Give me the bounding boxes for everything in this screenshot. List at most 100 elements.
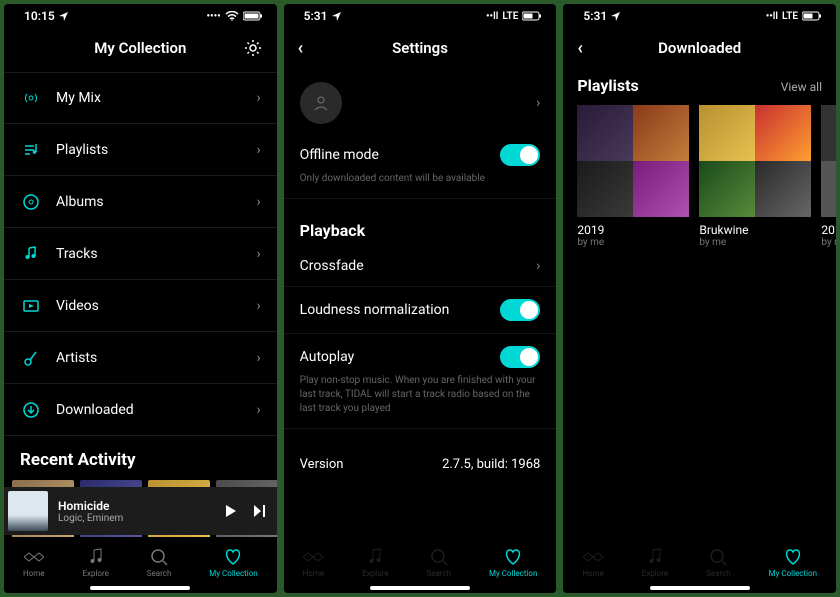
setting-offline-mode[interactable]: Offline mode Only downloaded content wil… xyxy=(284,132,557,199)
next-button[interactable] xyxy=(253,504,267,518)
status-time: 5:31 xyxy=(304,9,328,23)
battery-icon xyxy=(522,11,542,21)
heart-icon xyxy=(783,547,803,567)
collection-item-videos[interactable]: Videos › xyxy=(4,280,277,332)
toggle-offline-mode[interactable] xyxy=(500,144,540,166)
chevron-right-icon: › xyxy=(256,402,260,418)
tab-bar: Home Explore Search My Collection xyxy=(563,537,836,593)
tab-my-collection[interactable]: My Collection xyxy=(209,547,257,578)
status-bar: 10:15 •••• xyxy=(4,4,277,28)
home-indicator[interactable] xyxy=(90,586,190,590)
status-bar: 5:31 ••ll LTE xyxy=(284,4,557,28)
view-all-button[interactable]: View all xyxy=(781,80,822,94)
playlist-title: 2019 xyxy=(577,223,689,237)
chevron-right-icon: › xyxy=(256,298,260,314)
item-label: Tracks xyxy=(56,246,256,262)
location-arrow-icon xyxy=(59,11,69,21)
network-label: LTE xyxy=(502,11,518,22)
playlist-art xyxy=(699,105,811,217)
collection-item-artists[interactable]: Artists › xyxy=(4,332,277,384)
tab-home[interactable]: Home xyxy=(303,547,325,578)
home-icon xyxy=(24,547,44,567)
location-arrow-icon xyxy=(611,11,621,21)
tab-home[interactable]: Home xyxy=(23,547,45,578)
videos-icon xyxy=(20,297,42,315)
mini-player[interactable]: Homicide Logic, Eminem xyxy=(4,487,277,535)
tab-explore[interactable]: Explore xyxy=(642,547,668,578)
status-time: 10:15 xyxy=(24,9,55,23)
collection-item-downloaded[interactable]: Downloaded › xyxy=(4,384,277,436)
now-playing-title: Homicide xyxy=(58,499,215,513)
toggle-autoplay[interactable] xyxy=(500,346,540,368)
location-arrow-icon xyxy=(332,11,342,21)
setting-label: Loudness normalization xyxy=(300,302,450,318)
playlist-art xyxy=(577,105,689,217)
collection-item-my-mix[interactable]: My Mix › xyxy=(4,72,277,124)
item-label: My Mix xyxy=(56,90,256,106)
home-indicator[interactable] xyxy=(370,586,470,590)
playback-section-header: Playback xyxy=(284,199,557,246)
tab-search[interactable]: Search xyxy=(706,547,731,578)
my-mix-icon xyxy=(20,89,42,107)
playlist-card[interactable]: 2019 by me xyxy=(577,105,689,248)
setting-autoplay[interactable]: Autoplay Play non-stop music. When you a… xyxy=(284,334,557,429)
now-playing-art[interactable] xyxy=(8,491,48,531)
tab-explore[interactable]: Explore xyxy=(362,547,388,578)
tab-search[interactable]: Search xyxy=(147,547,172,578)
setting-crossfade[interactable]: Crossfade › xyxy=(284,246,557,287)
playlist-card[interactable]: 2019 by me xyxy=(821,105,836,248)
setting-label: Autoplay xyxy=(300,349,355,365)
signal-icon: •••• xyxy=(206,11,220,22)
item-label: Downloaded xyxy=(56,402,256,418)
collection-item-tracks[interactable]: Tracks › xyxy=(4,228,277,280)
version-label: Version xyxy=(300,457,344,472)
home-indicator[interactable] xyxy=(650,586,750,590)
setting-loudness[interactable]: Loudness normalization xyxy=(284,287,557,334)
header: ‹ Settings xyxy=(284,28,557,68)
explore-icon xyxy=(647,547,663,567)
tab-home[interactable]: Home xyxy=(582,547,604,578)
tab-my-collection[interactable]: My Collection xyxy=(769,547,817,578)
tab-my-collection[interactable]: My Collection xyxy=(489,547,537,578)
status-bar: 5:31 ••ll LTE xyxy=(563,4,836,28)
play-button[interactable] xyxy=(225,504,237,518)
playlist-art xyxy=(821,105,836,217)
item-label: Videos xyxy=(56,298,256,314)
setting-label: Crossfade xyxy=(300,258,364,274)
battery-icon xyxy=(243,11,263,21)
tab-explore[interactable]: Explore xyxy=(82,547,108,578)
tab-bar: Home Explore Search My Collection xyxy=(284,537,557,593)
page-title: Downloaded xyxy=(658,39,741,57)
tab-search[interactable]: Search xyxy=(426,547,451,578)
profile-row[interactable]: › xyxy=(284,68,557,132)
heart-icon xyxy=(223,547,243,567)
screen-settings: 5:31 ••ll LTE ‹ Settings › Offline mode … xyxy=(284,4,557,593)
playlists-section-header: Playlists xyxy=(577,76,638,95)
chevron-right-icon: › xyxy=(256,194,260,210)
back-button[interactable]: ‹ xyxy=(298,38,304,59)
search-icon xyxy=(709,547,727,567)
playlists-icon xyxy=(20,141,42,159)
playlist-card[interactable]: Brukwine by me xyxy=(699,105,811,248)
avatar-icon xyxy=(300,82,342,124)
chevron-right-icon: › xyxy=(256,350,260,366)
header: ‹ Downloaded xyxy=(563,28,836,68)
back-button[interactable]: ‹ xyxy=(577,38,583,59)
explore-icon xyxy=(367,547,383,567)
item-label: Playlists xyxy=(56,142,256,158)
now-playing-text[interactable]: Homicide Logic, Eminem xyxy=(58,499,215,524)
albums-icon xyxy=(20,193,42,211)
version-row: Version 2.7.5, build: 1968 xyxy=(284,429,557,472)
collection-item-albums[interactable]: Albums › xyxy=(4,176,277,228)
settings-button[interactable] xyxy=(243,38,263,58)
playlist-subtitle: by me xyxy=(577,237,689,248)
home-icon xyxy=(303,547,323,567)
playlist-cards-row[interactable]: 2019 by me Brukwine by me 2019 by me xyxy=(563,105,836,248)
toggle-loudness[interactable] xyxy=(500,299,540,321)
search-icon xyxy=(430,547,448,567)
collection-item-playlists[interactable]: Playlists › xyxy=(4,124,277,176)
item-label: Albums xyxy=(56,194,256,210)
chevron-right-icon: › xyxy=(256,142,260,158)
wifi-icon xyxy=(225,11,239,21)
setting-sub: Only downloaded content will be availabl… xyxy=(300,172,541,186)
